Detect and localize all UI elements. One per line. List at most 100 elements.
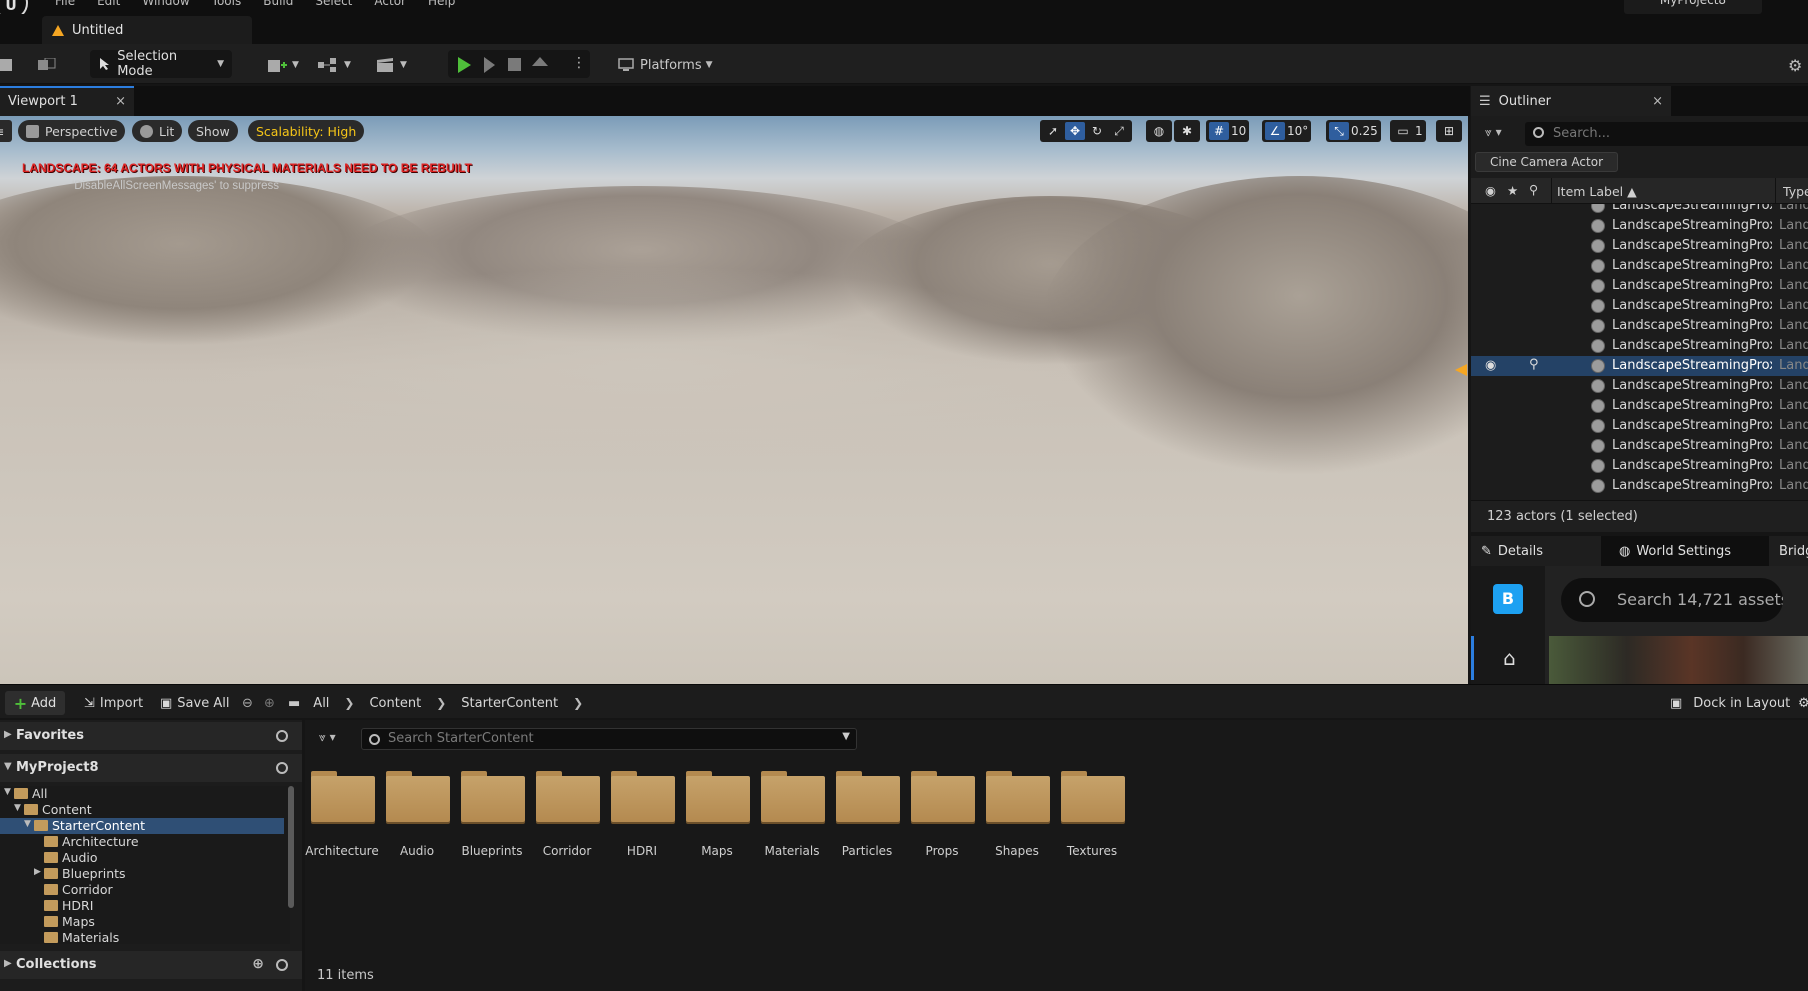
- menu-actor[interactable]: Actor: [363, 0, 417, 8]
- add-collection-icon[interactable]: ⊕: [252, 956, 264, 972]
- pin-icon[interactable]: ⚲: [1529, 182, 1538, 197]
- outliner-row[interactable]: LandscapeStreamingProxy_3 Land: [1471, 476, 1808, 496]
- viewport-menu-button[interactable]: ≡: [0, 120, 12, 142]
- folder-tile[interactable]: Shapes: [980, 768, 1054, 862]
- folder-tile[interactable]: Architecture: [305, 768, 379, 862]
- breadcrumb-all[interactable]: All: [313, 696, 329, 711]
- pin-icon[interactable]: ⚲: [1529, 357, 1539, 372]
- breadcrumb-content[interactable]: Content: [369, 696, 421, 711]
- browse-button[interactable]: [38, 52, 56, 78]
- menu-edit[interactable]: Edit: [86, 0, 131, 8]
- rotation-snap-toggle[interactable]: ∠ 10°: [1262, 120, 1312, 142]
- camera-speed-button[interactable]: ▭ 1: [1390, 120, 1426, 142]
- tree-item-blueprints[interactable]: ▶ Blueprints: [0, 866, 284, 882]
- search-icon[interactable]: [276, 762, 288, 774]
- add-button[interactable]: + Add: [5, 691, 65, 715]
- stop-button[interactable]: [508, 58, 521, 71]
- outliner-row[interactable]: LandscapeStreamingProxy_1 Land: [1471, 296, 1808, 316]
- bridge-logo[interactable]: B: [1493, 584, 1523, 614]
- tree-scrollbar[interactable]: [288, 786, 294, 908]
- outliner-row[interactable]: LandscapeStreamingProxy_1 Land: [1471, 236, 1808, 256]
- outliner-tab[interactable]: ☰ Outliner ×: [1471, 86, 1671, 116]
- scalability-button[interactable]: Scalability: High: [248, 120, 365, 142]
- tree-item-maps[interactable]: Maps: [0, 914, 284, 930]
- chevron-down-icon[interactable]: ▼: [14, 803, 21, 813]
- outliner-row[interactable]: LandscapeStreamingProxy_2 Land: [1471, 316, 1808, 336]
- collections-header[interactable]: ▶ Collections ⊕: [0, 951, 302, 979]
- chevron-down-icon[interactable]: ▼: [842, 731, 850, 742]
- lit-button[interactable]: Lit: [132, 120, 183, 142]
- favorites-header[interactable]: ▶ Favorites: [0, 722, 302, 750]
- tree-item-audio[interactable]: Audio: [0, 850, 284, 866]
- menu-tools[interactable]: Tools: [201, 0, 253, 8]
- blueprints-button[interactable]: ▼: [318, 52, 351, 78]
- import-button[interactable]: ⇲ Import: [84, 692, 143, 714]
- save-all-button[interactable]: ▣ Save All: [160, 692, 229, 714]
- tree-item-all[interactable]: ▼ All: [0, 786, 284, 802]
- folder-tile[interactable]: Corridor: [530, 768, 604, 862]
- tree-item-hdri[interactable]: HDRI: [0, 898, 284, 914]
- close-icon[interactable]: ×: [1652, 94, 1663, 109]
- folder-tile[interactable]: Materials: [755, 768, 829, 862]
- scale-tool-icon[interactable]: ⤢: [1109, 122, 1129, 140]
- menu-help[interactable]: Help: [417, 0, 466, 8]
- bridge-search-input[interactable]: Search 14,721 assets: [1561, 578, 1783, 622]
- menu-file[interactable]: File: [44, 0, 86, 8]
- menu-build[interactable]: Build: [252, 0, 304, 8]
- select-tool-icon[interactable]: ➚: [1043, 122, 1063, 140]
- menu-window[interactable]: Window: [131, 0, 200, 8]
- details-tab[interactable]: ✎ Details: [1471, 536, 1601, 566]
- scale-snap-toggle[interactable]: ⤡ 0.25: [1326, 120, 1381, 142]
- cinematics-button[interactable]: ▼: [376, 52, 407, 78]
- type-column[interactable]: Type: [1783, 184, 1808, 199]
- search-icon[interactable]: [276, 959, 288, 971]
- tree-item-corridor[interactable]: Corridor: [0, 882, 284, 898]
- advance-frame-button[interactable]: [484, 57, 495, 73]
- coord-system-button[interactable]: ◍: [1146, 120, 1172, 142]
- outliner-row[interactable]: LandscapeStreamingProxy_2 Land: [1471, 456, 1808, 476]
- folder-tile[interactable]: Textures: [1055, 768, 1129, 862]
- chevron-down-icon[interactable]: ▼: [4, 787, 11, 797]
- show-button[interactable]: Show: [188, 120, 238, 142]
- perspective-button[interactable]: Perspective: [18, 120, 126, 142]
- outliner-row[interactable]: LandscapeStreamingProxy_1 Land: [1471, 256, 1808, 276]
- folder-tile[interactable]: Props: [905, 768, 979, 862]
- add-actor-button[interactable]: ▼: [266, 52, 299, 78]
- star-icon[interactable]: ★: [1507, 183, 1518, 198]
- tree-item-content[interactable]: ▼ Content: [0, 802, 284, 818]
- surface-snap-button[interactable]: ✱: [1174, 120, 1200, 142]
- folder-tile[interactable]: Blueprints: [455, 768, 529, 862]
- chevron-down-icon[interactable]: ▼: [24, 819, 31, 829]
- filter-chip[interactable]: Cine Camera Actor: [1475, 152, 1618, 172]
- close-icon[interactable]: ×: [115, 94, 126, 109]
- project-header[interactable]: ▼ MyProject8: [0, 754, 302, 782]
- outliner-row[interactable]: LandscapeStreamingProxy_1 Land: [1471, 216, 1808, 236]
- outliner-row[interactable]: LandscapeStreamingProxy_1 Land: [1471, 204, 1808, 216]
- eject-button[interactable]: [532, 57, 548, 66]
- eye-icon[interactable]: ◉: [1485, 358, 1496, 373]
- settings-button[interactable]: ⚙: [1798, 692, 1808, 714]
- level-viewport[interactable]: ≡ Perspective Lit Show Scalability: High…: [0, 116, 1468, 684]
- outliner-row[interactable]: LandscapeStreamingProxy_2 Land: [1471, 336, 1808, 356]
- bridge-tab[interactable]: Bridge: [1769, 536, 1808, 566]
- dock-in-layout-button[interactable]: ▣ Dock in Layout: [1670, 692, 1790, 714]
- rotate-tool-icon[interactable]: ↻: [1087, 122, 1107, 140]
- history-forward-button[interactable]: ⊕: [264, 692, 275, 714]
- folder-tile[interactable]: Maps: [680, 768, 754, 862]
- outliner-row[interactable]: ◉ ⚲ LandscapeStreamingProxy_2 Land: [1471, 356, 1808, 376]
- tree-item-startercontent[interactable]: ▼ StarterContent: [0, 818, 284, 834]
- chevron-right-icon[interactable]: ▶: [34, 867, 41, 877]
- history-back-button[interactable]: ⊖: [242, 692, 253, 714]
- settings-button[interactable]: ⚙: [1788, 52, 1802, 78]
- outliner-row[interactable]: LandscapeStreamingProxy_2 Land: [1471, 436, 1808, 456]
- folder-tile[interactable]: Particles: [830, 768, 904, 862]
- grid-snap-toggle[interactable]: # 10: [1206, 120, 1250, 142]
- folder-tile[interactable]: Audio: [380, 768, 454, 862]
- tree-item-materials[interactable]: Materials: [0, 930, 284, 944]
- world-settings-tab[interactable]: ◍ World Settings: [1609, 536, 1741, 566]
- breadcrumb-startercontent[interactable]: StarterContent: [461, 696, 558, 711]
- play-button[interactable]: [458, 57, 471, 73]
- eye-icon[interactable]: ◉: [1485, 183, 1496, 198]
- platforms-dropdown[interactable]: Platforms ▼: [618, 52, 713, 78]
- folder-tile[interactable]: HDRI: [605, 768, 679, 862]
